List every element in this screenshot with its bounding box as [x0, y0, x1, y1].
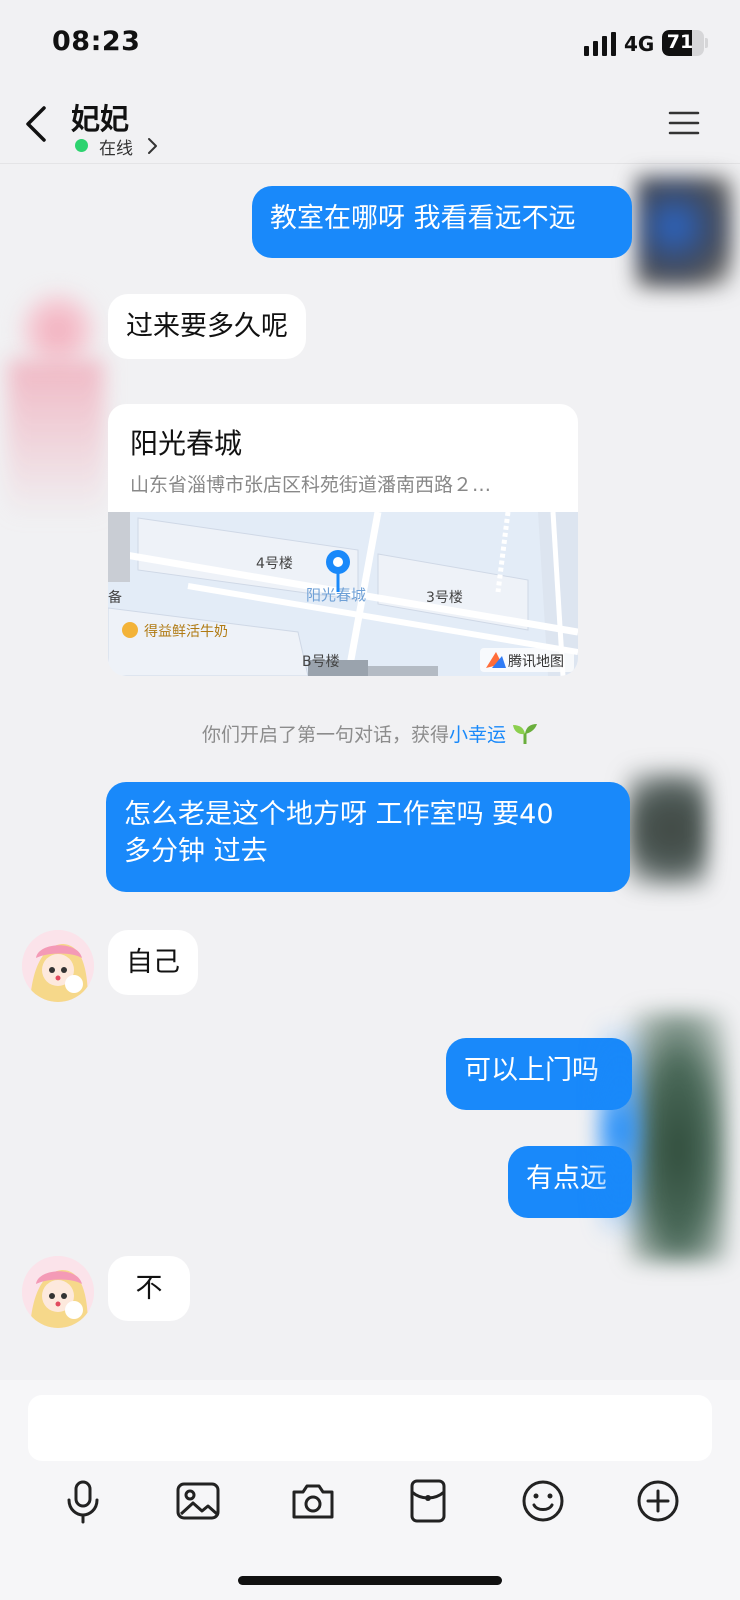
map-label-shop: 得益鲜活牛奶	[144, 623, 228, 640]
battery-icon: 71	[662, 30, 708, 56]
message-bubble-incoming[interactable]: 不	[108, 1256, 190, 1321]
map-label-building-3: 3号楼	[426, 590, 463, 606]
location-address: 山东省淄博市张店区科苑街道潘南西路２…	[130, 474, 492, 496]
camera-icon[interactable]	[288, 1476, 338, 1526]
self-avatar-blurred	[636, 176, 732, 288]
image-icon[interactable]	[173, 1476, 223, 1526]
message-line: 多分钟 过去	[124, 836, 268, 867]
online-dot	[75, 139, 88, 152]
mic-icon[interactable]	[58, 1476, 108, 1526]
signal-icon	[584, 32, 616, 56]
message-bubble-outgoing[interactable]: 怎么老是这个地方呀 工作室吗 要40 多分钟 过去	[106, 782, 630, 892]
header-divider	[0, 163, 740, 164]
red-packet-icon[interactable]	[403, 1476, 453, 1526]
home-indicator[interactable]	[238, 1576, 502, 1585]
message-bubble-incoming[interactable]: 过来要多久呢	[108, 294, 306, 359]
privacy-smudge	[600, 1020, 640, 1240]
contact-avatar[interactable]	[22, 930, 94, 1002]
map-poi-icon	[122, 622, 138, 638]
status-time: 08:23	[52, 26, 141, 57]
online-status[interactable]: 在线	[99, 134, 133, 159]
map-label-building-b: B号楼	[302, 654, 340, 670]
plus-icon[interactable]	[633, 1476, 683, 1526]
map-provider: 腾讯地图	[508, 653, 564, 670]
back-icon[interactable]	[22, 104, 52, 144]
network-type: 4G	[624, 32, 655, 56]
self-avatar-blurred	[628, 1012, 728, 1262]
menu-icon[interactable]	[668, 110, 700, 136]
contact-avatar[interactable]	[22, 1256, 94, 1328]
chevron-right-icon[interactable]	[146, 137, 158, 155]
contact-avatar[interactable]	[22, 294, 94, 366]
sprout-icon	[513, 724, 538, 744]
location-title: 阳光春城	[130, 427, 243, 460]
self-avatar-blurred	[626, 770, 708, 888]
system-tip: 你们开启了第一句对话，获得小幸运	[0, 720, 740, 747]
message-input[interactable]	[28, 1395, 712, 1461]
message-line: 怎么老是这个地方呀 工作室吗 要40	[124, 799, 554, 830]
lucky-link[interactable]: 小幸运	[449, 724, 506, 746]
map-label-partial: 备	[108, 589, 122, 606]
map-label-place: 阳光春城	[306, 586, 366, 604]
contact-name[interactable]: 妃妃	[71, 96, 129, 138]
avatar-blur-streak	[8, 360, 104, 520]
message-bubble-incoming[interactable]: 自己	[108, 930, 198, 995]
map-label-building-4: 4号楼	[256, 556, 293, 572]
battery-level: 71	[666, 31, 694, 53]
location-card[interactable]: 阳光春城 山东省淄博市张店区科苑街道潘南西路２… 4号楼 阳光春城 3号楼 备 …	[108, 404, 578, 676]
location-map[interactable]: 4号楼 阳光春城 3号楼 备 得益鲜活牛奶 B号楼 腾讯地图	[108, 512, 578, 676]
emoji-icon[interactable]	[518, 1476, 568, 1526]
system-tip-text: 你们开启了第一句对话，获得	[201, 724, 449, 746]
message-bubble-outgoing[interactable]: 教室在哪呀 我看看远不远	[252, 186, 632, 258]
